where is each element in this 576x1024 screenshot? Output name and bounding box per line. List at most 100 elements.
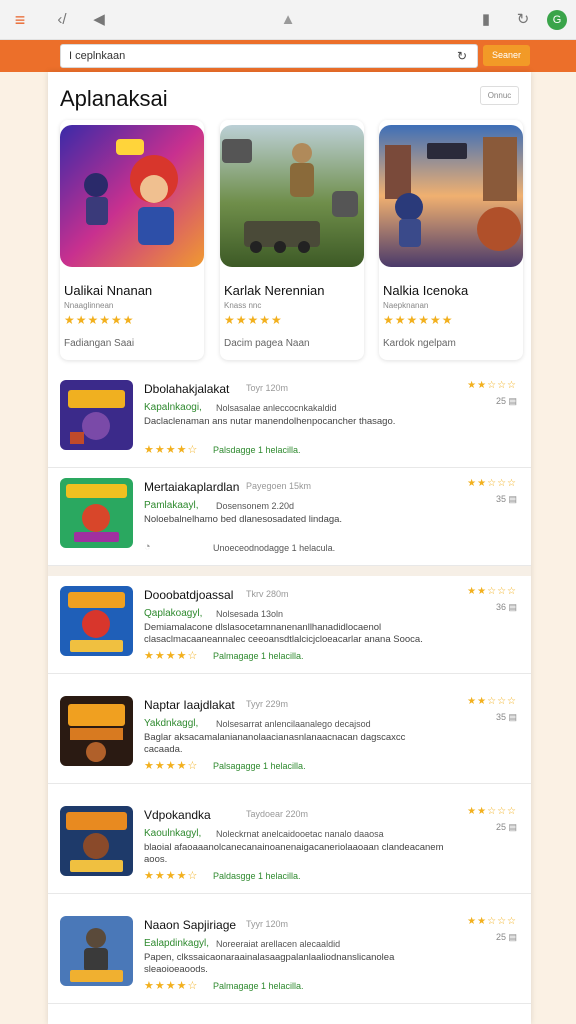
- featured-meta: Dacim pagea Naan: [224, 338, 310, 349]
- app-size: Tyyr 120m: [246, 919, 289, 929]
- featured-title: Nalkia Icenoka: [383, 283, 469, 298]
- app-description: Noloebalnelhamo bed dlanesosadated linda…: [144, 514, 343, 525]
- app-dev-note: Noleckrnat anelcaidooetac nanalo daaosa: [216, 829, 384, 839]
- list-item[interactable]: Naaon Sapjiriage Tyyr 120m Ealapdinkagyl…: [48, 906, 531, 1004]
- back-icon[interactable]: ‹/: [52, 10, 72, 30]
- app-package[interactable]: Palsdagge 1 helacilla.: [213, 445, 301, 455]
- rating-stars: ★★★★★★: [383, 313, 454, 327]
- section-divider: [48, 566, 531, 576]
- app-thumbnail: [60, 806, 133, 876]
- app-title: Vdpokandka: [144, 808, 211, 822]
- app-size: Toyr 120m: [246, 383, 289, 393]
- app-list-panel: Aplanaksai Onnuc Ualikai Nnanan Nnaaglin…: [48, 72, 531, 1024]
- app-package[interactable]: Palmagage 1 helacilla.: [213, 651, 304, 661]
- app-size: Taydoear 220m: [246, 809, 309, 819]
- app-developer[interactable]: Ealapdinkagyl,: [144, 938, 209, 949]
- app-dev-note: Nolsasalae anleccocnkakaldid: [216, 403, 337, 413]
- app-developer[interactable]: Pamlakaayl,: [144, 500, 198, 511]
- featured-title: Karlak Nerennian: [224, 283, 325, 298]
- app-thumbnail: [60, 478, 133, 548]
- rating-stars: ★★★★☆: [144, 650, 199, 662]
- app-package[interactable]: Unoeceodnodagge 1 helacula.: [213, 543, 335, 553]
- app-package[interactable]: Palsagagge 1 helacilla.: [213, 761, 306, 771]
- review-count: 36 ▤: [495, 602, 517, 612]
- app-size: Payegoen 15km: [246, 481, 312, 491]
- review-count: 35 ▤: [495, 494, 517, 504]
- game-artwork: [379, 125, 523, 267]
- user-rating: ★★☆☆☆: [467, 478, 517, 489]
- app-description: Demiamalacone dlslasocetamnanenanllhanad…: [144, 622, 423, 645]
- list-item[interactable]: Naptar Iaajdlakat Tyyr 229m Yakdnkaggl, …: [48, 686, 531, 784]
- featured-card[interactable]: Nalkia Icenoka Naepknanan ★★★★★★ Kardok …: [379, 120, 523, 360]
- more-button[interactable]: Onnuc: [480, 86, 519, 105]
- app-description: Papen, clkssaicaonaraainalasaagpalanlaal…: [144, 952, 395, 975]
- status-icon: ◔: [144, 541, 152, 553]
- extensions-icon[interactable]: ▮: [476, 10, 496, 30]
- rating-stars: ★★★★☆: [144, 980, 199, 992]
- app-title: Naptar Iaajdlakat: [144, 698, 235, 712]
- rating-stars: ★★★★☆: [144, 444, 199, 456]
- app-thumbnail: [60, 696, 133, 766]
- list-item[interactable]: Dooobatdjoassal Tkrv 280m Qaplakoagyl, N…: [48, 576, 531, 674]
- list-item[interactable]: Dbolahakjalakat Toyr 120m Kapalnkaogi, N…: [48, 370, 531, 468]
- app-developer[interactable]: Qaplakoagyl,: [144, 608, 202, 619]
- user-rating: ★★☆☆☆: [467, 916, 517, 927]
- rating-stars: ★★★★★★: [64, 313, 135, 327]
- app-dev-note: Dosensonem 2.20d: [216, 501, 295, 511]
- rating-stars: ★★★★☆: [144, 870, 199, 882]
- app-description: Baglar aksacamalaniananolaacianasnlanaac…: [144, 732, 406, 755]
- game-artwork: [220, 125, 364, 267]
- featured-subtitle: Nnaaglinnean: [64, 301, 114, 310]
- review-count: 25 ▤: [495, 822, 517, 832]
- app-title: Dooobatdjoassal: [144, 588, 234, 602]
- review-count: 35 ▤: [495, 712, 517, 722]
- list-item[interactable]: Vdpokandka Taydoear 220m Kaoulnkagyl, No…: [48, 796, 531, 894]
- featured-subtitle: Naepknanan: [383, 301, 429, 310]
- app-title: Dbolahakjalakat: [144, 382, 230, 396]
- app-dev-note: Nolsesada 13oln: [216, 609, 284, 619]
- user-rating: ★★☆☆☆: [467, 806, 517, 817]
- app-description: Daclaclenaman ans nutar manendolhenpocan…: [144, 416, 396, 427]
- profile-avatar[interactable]: G: [547, 10, 567, 30]
- app-package[interactable]: Palmagage 1 helacilla.: [213, 981, 304, 991]
- app-dev-note: Nolsesarrat anlencilaanalego decajsod: [216, 719, 371, 729]
- search-bar: ↻ Seaner: [0, 40, 576, 72]
- search-input[interactable]: [60, 44, 478, 68]
- app-thumbnail: [60, 916, 133, 986]
- lock-icon: ▲: [280, 11, 296, 28]
- review-count: 25 ▤: [495, 932, 517, 942]
- featured-meta: Kardok ngelpam: [383, 338, 456, 349]
- app-title: Naaon Sapjiriage: [144, 918, 237, 932]
- featured-card[interactable]: Karlak Nerennian Knass nnc ★★★★★ Dacim p…: [220, 120, 364, 360]
- list-item[interactable]: Mertaiakaplardlan Payegoen 15km Pamlakaa…: [48, 468, 531, 566]
- app-size: Tyyr 229m: [246, 699, 289, 709]
- featured-subtitle: Knass nnc: [224, 301, 262, 310]
- menu-icon[interactable]: ≡: [10, 10, 30, 30]
- app-package[interactable]: Paldasgge 1 helacilla.: [213, 871, 301, 881]
- refresh-icon[interactable]: ↻: [513, 10, 533, 30]
- featured-title: Ualikai Nnanan: [64, 283, 153, 298]
- search-button[interactable]: Seaner: [483, 45, 530, 66]
- user-rating: ★★☆☆☆: [467, 696, 517, 707]
- featured-card[interactable]: Ualikai Nnanan Nnaaglinnean ★★★★★★ Fadia…: [60, 120, 204, 360]
- app-developer[interactable]: Yakdnkaggl,: [144, 718, 198, 729]
- app-thumbnail: [60, 586, 133, 656]
- featured-meta: Fadiangan Saai: [64, 338, 135, 349]
- user-rating: ★★☆☆☆: [467, 586, 517, 597]
- app-title: Mertaiakaplardlan: [144, 480, 240, 494]
- rating-stars: ★★★★☆: [144, 760, 199, 772]
- app-description: blaoial afaoaaanolcanecanainoanenaigacan…: [144, 842, 444, 865]
- browser-toolbar: ≡ ‹/ ◀ ▲ ▮ ↻ G: [0, 0, 576, 40]
- user-rating: ★★☆☆☆: [467, 380, 517, 391]
- page-title: Aplanaksai: [60, 86, 168, 111]
- rating-stars: ★★★★★: [224, 313, 283, 327]
- app-developer[interactable]: Kapalnkaogi,: [144, 402, 202, 413]
- game-artwork: [60, 125, 204, 267]
- app-dev-note: Noreeraiat arellacen alecaaldid: [216, 939, 341, 949]
- forward-icon[interactable]: ◀: [89, 10, 109, 30]
- app-thumbnail: [60, 380, 133, 450]
- app-size: Tkrv 280m: [246, 589, 289, 599]
- refresh-search-icon[interactable]: ↻: [454, 48, 470, 64]
- review-count: 25 ▤: [495, 396, 517, 406]
- app-developer[interactable]: Kaoulnkagyl,: [144, 828, 201, 839]
